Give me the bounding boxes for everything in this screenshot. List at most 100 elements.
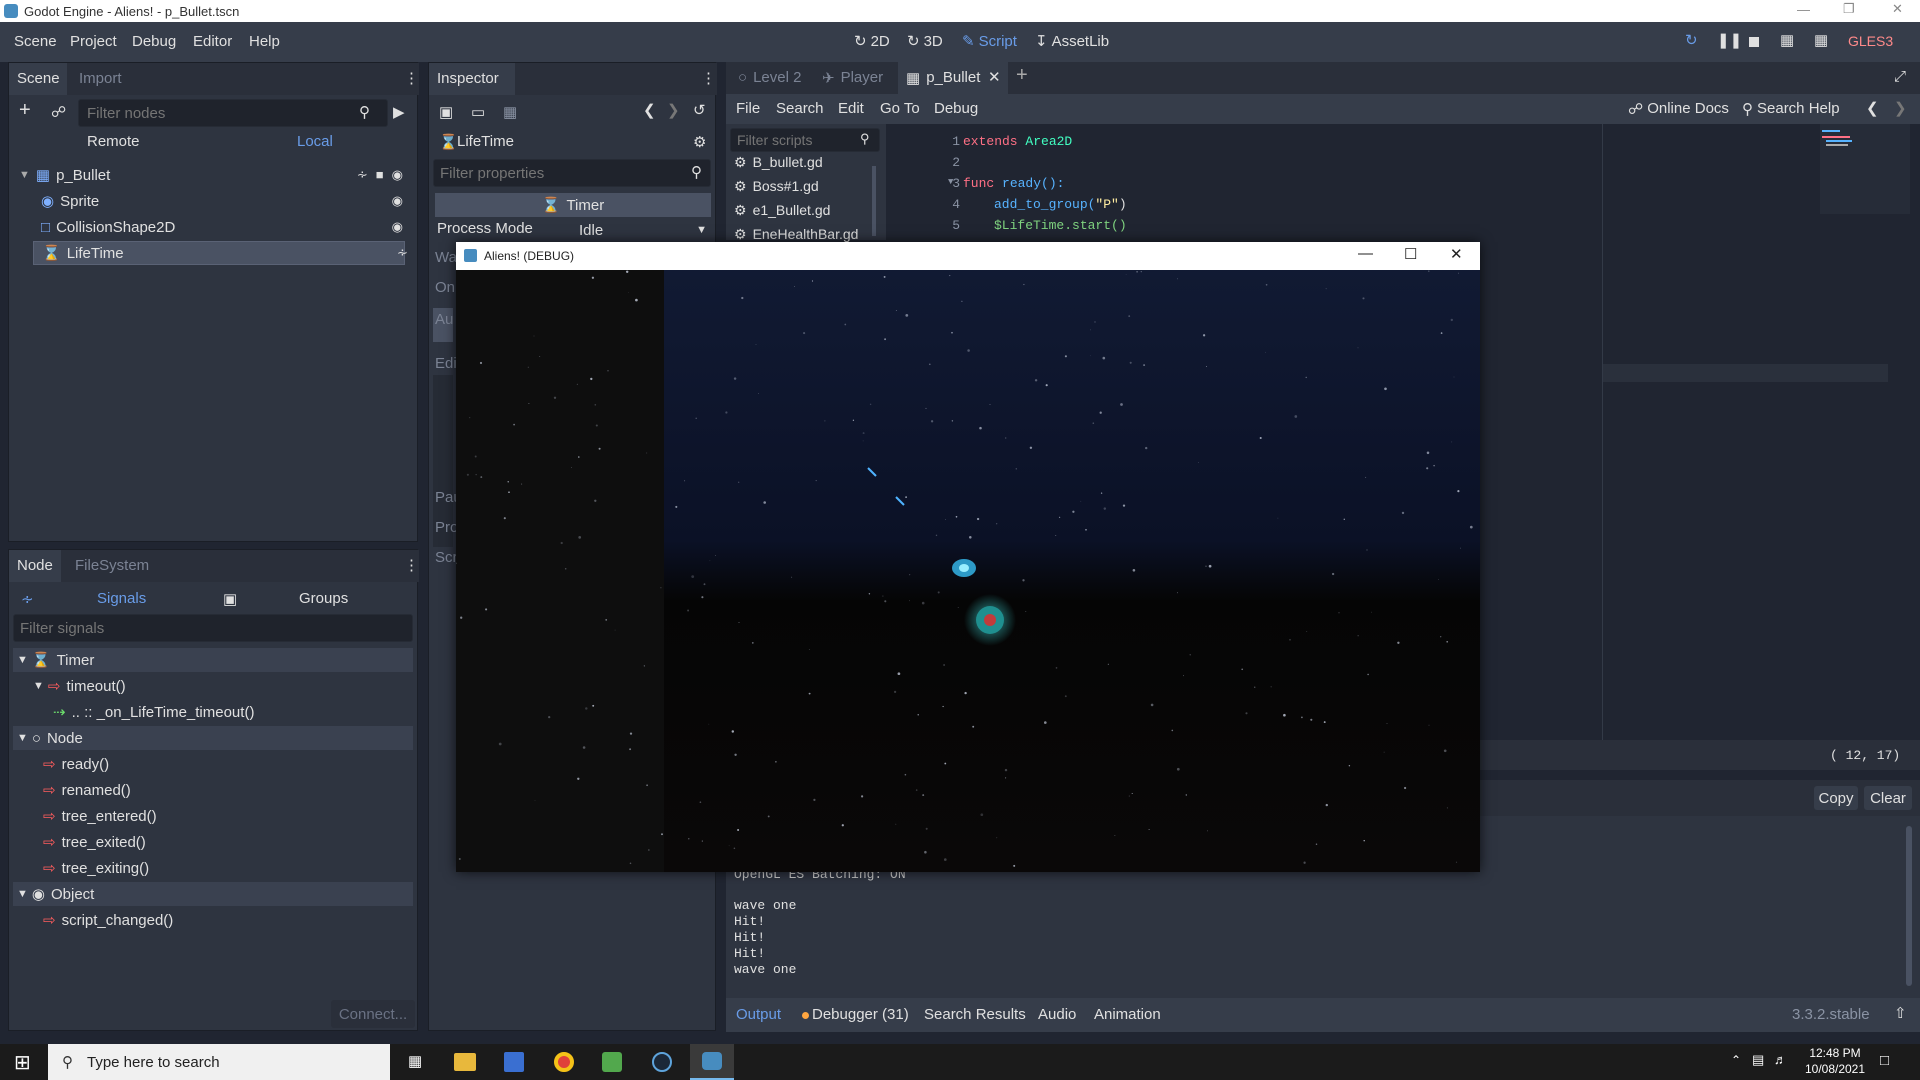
play-icon[interactable]: ↻ (1685, 31, 1698, 49)
script-item[interactable]: ⚙ B_bullet.gd (734, 154, 823, 171)
workspace-2d-button[interactable]: ↻ 2D (854, 32, 890, 51)
tree-item-p-bullet[interactable]: ▼ ▦ p_Bullet ∻ ■ ◉ (9, 163, 409, 187)
signal-connection[interactable]: ⇢ .. :: _on_LifeTime_timeout() (53, 700, 254, 724)
script-item[interactable]: ⚙ EneHealthBar.gd (734, 226, 858, 243)
script-item[interactable]: ⚙ e1_Bullet.gd (734, 202, 830, 219)
script-menu-debug[interactable]: Debug (934, 100, 978, 117)
collapse-icon[interactable]: ▼ (17, 732, 28, 744)
chevron-up-icon[interactable]: ⌃ (1731, 1053, 1741, 1067)
dock-menu-icon[interactable]: ⋮ (404, 556, 419, 574)
tree-item-lifetime[interactable]: ⌛ LifeTime (33, 241, 405, 265)
process-mode-select[interactable]: Idle ▼ (575, 218, 711, 242)
history-back-icon[interactable]: ❮ (643, 101, 656, 119)
volume-icon[interactable]: ♬ (1774, 1052, 1787, 1067)
notifications-icon[interactable]: □ (1880, 1052, 1889, 1069)
script-menu-edit[interactable]: Edit (838, 100, 864, 117)
clock-date[interactable]: 10/08/2021 (1800, 1062, 1870, 1076)
script-history-forward-icon[interactable]: ❯ (1894, 99, 1907, 117)
script-menu-goto[interactable]: Go To (880, 100, 920, 117)
godot-taskbar-button[interactable] (690, 1044, 734, 1080)
menu-help[interactable]: Help (249, 33, 280, 50)
renderer-label[interactable]: GLES3 (1848, 33, 1893, 49)
tab-p-bullet[interactable]: ▦ p_Bullet (906, 69, 980, 87)
minimap[interactable] (1820, 124, 1910, 214)
signals-tab[interactable]: Signals (97, 590, 146, 607)
app-icon[interactable] (602, 1052, 622, 1072)
game-window[interactable]: Aliens! (DEBUG) — ☐ ✕ (456, 242, 1480, 872)
tab-search-results[interactable]: Search Results (924, 1006, 1026, 1023)
category-object[interactable]: ▼ ◉ Object (13, 882, 413, 906)
connect-button[interactable]: Connect... (331, 1000, 415, 1028)
tab-level-2[interactable]: ○ Level 2 (738, 69, 801, 86)
stop-icon[interactable] (1749, 37, 1759, 47)
add-node-icon[interactable]: + (19, 99, 31, 122)
filter-signals-input[interactable] (13, 614, 413, 642)
signal-timeout[interactable]: ▼ ⇨ timeout() (33, 674, 126, 698)
clock-time[interactable]: 12:48 PM (1805, 1046, 1865, 1060)
menu-debug[interactable]: Debug (132, 33, 176, 50)
tab-audio[interactable]: Audio (1038, 1006, 1076, 1023)
tab-inspector[interactable]: Inspector (437, 70, 499, 87)
category-timer[interactable]: ▼ ⌛ Timer (13, 648, 413, 672)
minimize-icon[interactable]: — (1358, 245, 1373, 262)
tab-output[interactable]: Output (736, 1006, 781, 1023)
add-tab-icon[interactable]: + (1016, 64, 1028, 87)
object-menu-icon[interactable]: ⚙ (693, 133, 706, 151)
collapse-icon[interactable]: ▼ (17, 888, 28, 900)
file-explorer-icon[interactable] (454, 1053, 476, 1071)
copy-button[interactable]: Copy (1814, 786, 1858, 810)
collapse-icon[interactable]: ▼ (19, 169, 30, 181)
signal-tree-exiting[interactable]: ⇨ tree_exiting() (43, 856, 149, 880)
filter-nodes-input[interactable] (78, 99, 388, 127)
play-scene-icon[interactable]: ▦ (1780, 31, 1794, 49)
save-icon[interactable]: ▦ (503, 103, 517, 121)
signal-icon[interactable]: ∻ (397, 245, 408, 261)
close-tab-icon[interactable]: ✕ (988, 68, 1001, 86)
distraction-free-icon[interactable]: ⤢ (1894, 68, 1906, 85)
tab-node[interactable]: Node (17, 557, 53, 574)
signal-tree-exited[interactable]: ⇨ tree_exited() (43, 830, 146, 854)
groups-tab[interactable]: Groups (299, 590, 348, 607)
instance-scene-icon[interactable]: ▶ (393, 103, 405, 121)
menu-editor[interactable]: Editor (193, 33, 232, 50)
dock-menu-icon[interactable]: ⋮ (701, 69, 716, 87)
tree-item-collisionshape2d[interactable]: □ CollisionShape2D ◉ (9, 215, 409, 239)
task-view-icon[interactable]: ▦ (408, 1052, 422, 1070)
clear-button[interactable]: Clear (1864, 786, 1912, 810)
taskbar-search-box[interactable]: ⚲ Type here to search (48, 1044, 390, 1080)
online-docs-button[interactable]: ☍ Online Docs (1628, 100, 1729, 118)
class-header-timer[interactable]: ⌛ Timer (435, 193, 711, 217)
menu-project[interactable]: Project (70, 33, 117, 50)
signal-renamed[interactable]: ⇨ renamed() (43, 778, 131, 802)
history-forward-icon[interactable]: ❯ (667, 101, 680, 119)
steam-icon[interactable] (652, 1052, 672, 1072)
open-folder-icon[interactable]: ▭ (471, 103, 485, 121)
close-icon[interactable]: ✕ (1450, 245, 1463, 263)
fold-arrow-icon[interactable]: ▼ (948, 177, 953, 187)
workspace-3d-button[interactable]: ↻ 3D (907, 32, 943, 51)
expand-panel-icon[interactable]: ⇧ (1894, 1004, 1907, 1022)
pause-icon[interactable]: ❚❚ (1717, 31, 1742, 49)
category-node[interactable]: ▼ ○ Node (13, 726, 413, 750)
script-list-scrollbar[interactable] (872, 166, 876, 236)
history-icon[interactable]: ↺ (693, 101, 706, 119)
filter-properties-input[interactable] (433, 159, 711, 187)
tab-debugger[interactable]: Debugger (31) (812, 1006, 909, 1023)
new-resource-icon[interactable]: ▣ (439, 103, 453, 121)
dock-menu-icon[interactable]: ⋮ (404, 69, 419, 87)
network-icon[interactable]: ▤ (1752, 1052, 1764, 1068)
script-icon[interactable]: ■ (376, 167, 384, 183)
script-item[interactable]: ⚙ Boss#1.gd (734, 178, 819, 195)
tree-item-sprite[interactable]: ◉ Sprite ◉ (9, 189, 409, 213)
workspace-assetlib-button[interactable]: ↧ AssetLib (1035, 32, 1109, 51)
tab-filesystem[interactable]: FileSystem (75, 557, 149, 574)
restore-icon[interactable]: ❐ (1843, 1, 1855, 17)
script-menu-file[interactable]: File (736, 100, 760, 117)
visibility-eye-icon[interactable]: ◉ (392, 167, 403, 183)
close-icon[interactable]: ✕ (1892, 1, 1903, 17)
game-viewport[interactable] (456, 270, 1480, 872)
visibility-eye-icon[interactable]: ◉ (392, 193, 403, 209)
signal-script-changed[interactable]: ⇨ script_changed() (43, 908, 173, 932)
minimize-icon[interactable]: — (1797, 2, 1810, 17)
search-help-button[interactable]: ⚲ Search Help (1742, 100, 1840, 118)
